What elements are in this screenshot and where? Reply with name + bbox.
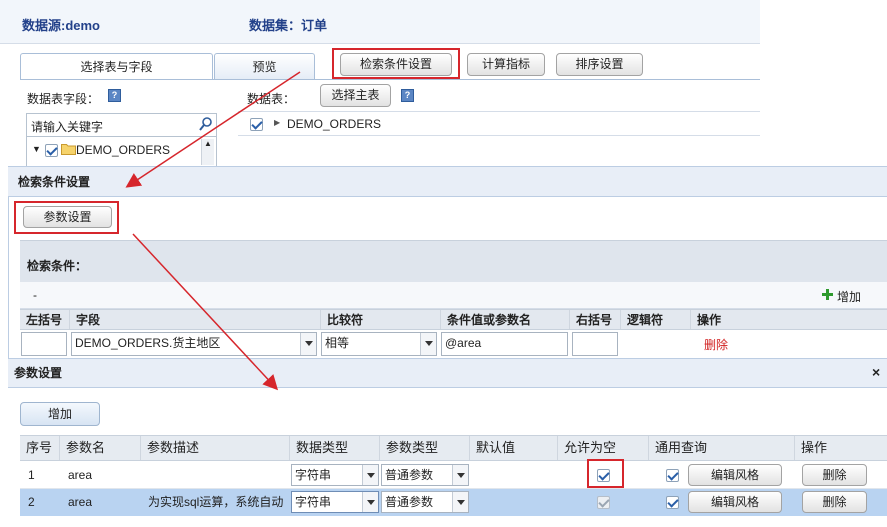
- add-param-button[interactable]: 增加: [20, 402, 100, 426]
- dataset-header: 数据源:demo 数据集：订单: [0, 0, 760, 44]
- add-icon[interactable]: [822, 289, 833, 300]
- dropdown-arrow-icon[interactable]: [362, 465, 378, 485]
- operator-select-value: 相等: [325, 336, 350, 350]
- param-type-select[interactable]: 普通参数: [381, 491, 469, 513]
- tree-node-checkbox[interactable]: [45, 144, 58, 157]
- data-type-select[interactable]: 字符串: [291, 464, 379, 486]
- param-row[interactable]: 2 area 为实现sql运算，系统自动 字符串 普通参数 编辑风格 删除: [20, 489, 887, 516]
- collapse-arrow-icon[interactable]: ▼: [32, 144, 41, 154]
- add-condition-link[interactable]: 增加: [837, 288, 861, 305]
- edit-style-button[interactable]: 编辑风格: [688, 464, 782, 486]
- operator-select[interactable]: 相等: [321, 332, 437, 356]
- column-header-logic: 逻辑符: [621, 310, 691, 329]
- param-index: 1: [28, 468, 35, 482]
- sort-setting-button[interactable]: 排序设置: [556, 53, 643, 76]
- conditions-label: 检索条件：: [27, 259, 88, 273]
- conditions-header: 检索条件：: [20, 240, 887, 282]
- field-select[interactable]: DEMO_ORDERS.货主地区: [71, 332, 317, 356]
- data-type-value: 字符串: [295, 495, 332, 509]
- param-index: 2: [28, 495, 35, 509]
- edit-style-button[interactable]: 编辑风格: [688, 491, 782, 513]
- highlight-box-search-condition: [332, 48, 460, 79]
- field-search-box[interactable]: 请输入关键字: [26, 113, 217, 137]
- column-header-left-bracket: 左括号: [20, 310, 70, 329]
- dropdown-arrow-icon[interactable]: [362, 492, 378, 512]
- param-type-value: 普通参数: [385, 468, 434, 482]
- calc-metric-button[interactable]: 计算指标: [467, 53, 545, 76]
- dropdown-arrow-icon[interactable]: [300, 333, 316, 355]
- delete-condition-link[interactable]: 删除: [704, 336, 728, 353]
- table-item-checkbox[interactable]: [250, 118, 263, 131]
- column-header-index: 序号: [20, 436, 60, 460]
- conditions-dash: -: [33, 288, 37, 302]
- left-bracket-input[interactable]: [21, 332, 67, 356]
- conditions-grid-header: 左括号 字段 比较符 条件值或参数名 右括号 逻辑符 操作: [20, 309, 887, 330]
- table-list-divider: [238, 111, 760, 112]
- field-tree: ▼ DEMO_ORDERS ▲: [26, 137, 217, 167]
- column-header-param-type: 参数类型: [380, 436, 470, 460]
- column-header-param-desc: 参数描述: [141, 436, 290, 460]
- fields-label: 数据表字段：: [27, 92, 100, 106]
- column-header-action: 操作: [697, 313, 722, 327]
- param-row[interactable]: 1 area 字符串 普通参数 编辑风格 删除: [20, 461, 887, 489]
- help-icon[interactable]: ?: [108, 89, 121, 102]
- condition-value-input[interactable]: @area: [441, 332, 568, 356]
- tab-divider: [20, 79, 760, 80]
- select-main-table-button[interactable]: 选择主表: [320, 84, 391, 107]
- column-header-field: 字段: [70, 310, 321, 329]
- table-list-divider: [238, 135, 760, 136]
- data-type-value: 字符串: [295, 468, 332, 482]
- column-header-common-query: 通用查询: [649, 436, 795, 460]
- tab-select-fields[interactable]: 选择表与字段: [20, 53, 213, 80]
- folder-icon: [61, 143, 76, 155]
- field-select-value: DEMO_ORDERS.货主地区: [75, 336, 221, 350]
- field-search-input[interactable]: 请输入关键字: [31, 118, 103, 135]
- param-type-select[interactable]: 普通参数: [381, 464, 469, 486]
- column-header-operator: 比较符: [321, 310, 441, 329]
- column-header-value: 条件值或参数名: [441, 310, 570, 329]
- dropdown-arrow-icon[interactable]: [452, 465, 468, 485]
- param-type-value: 普通参数: [385, 495, 434, 509]
- delete-param-button[interactable]: 删除: [802, 491, 867, 513]
- search-icon[interactable]: [199, 116, 213, 132]
- conditions-toolbar: - 增加: [20, 282, 887, 309]
- column-header-right-bracket: 右括号: [570, 310, 621, 329]
- datasource-label: 数据源:demo: [22, 18, 101, 33]
- condition-row: DEMO_ORDERS.货主地区 相等 @area 删除: [20, 330, 887, 358]
- dropdown-arrow-icon[interactable]: [420, 333, 436, 355]
- expand-arrow-icon[interactable]: ▶: [274, 118, 280, 127]
- allow-null-checkbox: [597, 496, 610, 509]
- right-bracket-input[interactable]: [572, 332, 618, 356]
- tree-node-label[interactable]: DEMO_ORDERS: [76, 143, 170, 157]
- param-grid-header: 序号 参数名 参数描述 数据类型 参数类型 默认值 允许为空 通用查询 操作: [20, 435, 887, 461]
- tab-preview[interactable]: 预览: [214, 53, 315, 80]
- close-icon[interactable]: ×: [872, 364, 880, 380]
- column-header-param-name: 参数名: [60, 436, 141, 460]
- param-desc[interactable]: 为实现sql运算，系统自动: [148, 489, 290, 515]
- highlight-box-allow-null: [587, 459, 624, 488]
- table-label: 数据表：: [247, 92, 296, 106]
- column-header-default: 默认值: [470, 436, 558, 460]
- dataset-label: 数据集：订单: [249, 18, 328, 33]
- column-header-allow-null: 允许为空: [558, 436, 649, 460]
- param-name[interactable]: area: [68, 489, 92, 515]
- tree-scrollbar[interactable]: ▲: [201, 139, 214, 165]
- delete-param-button[interactable]: 删除: [802, 464, 867, 486]
- table-item-label[interactable]: DEMO_ORDERS: [287, 117, 381, 131]
- scroll-up-icon[interactable]: ▲: [204, 139, 212, 148]
- dropdown-arrow-icon[interactable]: [452, 492, 468, 512]
- column-header-data-type: 数据类型: [290, 436, 380, 460]
- help-icon[interactable]: ?: [401, 89, 414, 102]
- param-dialog-title: 参数设置: [8, 358, 887, 388]
- column-header-action: 操作: [801, 440, 828, 455]
- highlight-box-param-setting: [14, 201, 119, 234]
- common-query-checkbox[interactable]: [666, 469, 679, 482]
- param-name[interactable]: area: [68, 462, 92, 488]
- search-dialog-title: 检索条件设置: [8, 166, 887, 197]
- common-query-checkbox[interactable]: [666, 496, 679, 509]
- data-type-select[interactable]: 字符串: [291, 491, 379, 513]
